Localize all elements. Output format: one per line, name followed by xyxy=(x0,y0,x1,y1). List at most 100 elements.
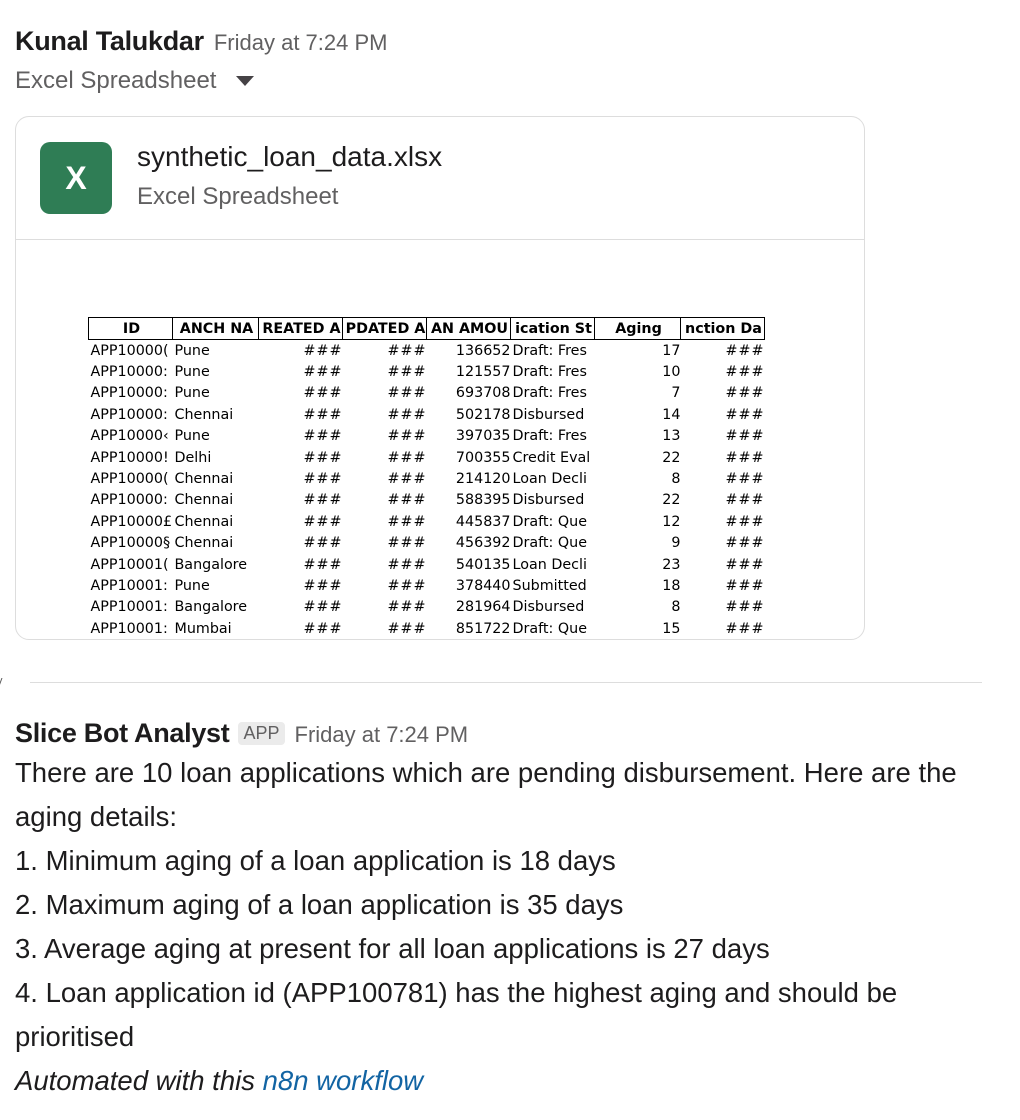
table-cell: APP10000§ xyxy=(90,535,171,552)
table-cell: 456392 xyxy=(455,535,511,552)
table-cell: ### xyxy=(303,428,343,445)
table-cell: 214120 xyxy=(455,471,511,488)
header-row: ID ANCH NA REATED A PDATED A AN AMOU ica… xyxy=(88,317,765,340)
table-cell: ### xyxy=(303,513,343,530)
table-cell: 10 xyxy=(662,364,681,381)
table-cell: ### xyxy=(387,599,427,616)
file-header[interactable]: X synthetic_loan_data.xlsx Excel Spreads… xyxy=(16,117,864,240)
table-cell: Draft: Fres xyxy=(512,364,587,381)
table-cell: ### xyxy=(303,599,343,616)
table-cell: ### xyxy=(303,471,343,488)
table-cell: APP10000: xyxy=(90,385,168,402)
table-row: APP10000: Pune ### ### 693708 Draft: Fres 7 ### xyxy=(89,383,765,404)
table-cell: APP10000! xyxy=(90,449,169,466)
header-cell: PDATED A xyxy=(342,317,427,340)
header-cell: AN AMOU xyxy=(426,317,511,340)
table-cell: Draft: Que xyxy=(512,535,588,552)
automation-footer: Automated with this n8n workflow xyxy=(15,1059,1005,1103)
table-cell: APP10000£ xyxy=(90,513,173,530)
message-divider xyxy=(30,682,982,683)
table-cell: 17 xyxy=(662,342,681,359)
table-cell: ### xyxy=(303,406,343,423)
list-item: 1. Minimum aging of a loan application i… xyxy=(15,845,616,876)
table-cell: 700355 xyxy=(455,449,511,466)
table-cell: 13 xyxy=(662,428,681,445)
table-cell: ### xyxy=(387,620,427,637)
table-cell: Pune xyxy=(174,385,210,402)
table-cell: Pune xyxy=(174,364,210,381)
table-row: APP10000! Delhi ### ### 700355 Credit Eval 22 #… xyxy=(89,447,765,468)
caret-down-icon[interactable] xyxy=(236,76,255,86)
table-cell: APP10000: xyxy=(90,406,168,423)
header-cell: ID xyxy=(88,317,173,340)
table-cell: 14 xyxy=(662,406,681,423)
table-cell: ### xyxy=(303,577,343,594)
file-attachment-card[interactable]: X synthetic_loan_data.xlsx Excel Spreads… xyxy=(15,116,865,640)
table-cell: 15 xyxy=(662,620,681,637)
table-cell: 281964 xyxy=(455,599,511,616)
table-cell: 851722 xyxy=(455,620,511,637)
table-cell: ### xyxy=(303,385,343,402)
table-cell: APP10001: xyxy=(90,577,168,594)
table-cell: ### xyxy=(387,556,427,573)
table-cell: ### xyxy=(725,364,765,381)
table-cell: Chennai xyxy=(174,406,234,423)
table-cell: 8 xyxy=(671,471,681,488)
attachment-subtitle: Excel Spreadsheet xyxy=(15,67,217,94)
header-cell: REATED A xyxy=(258,317,343,340)
header-cell: Aging xyxy=(594,317,681,340)
footer-text: Automated with this xyxy=(15,1065,263,1096)
table-cell: ### xyxy=(725,471,765,488)
table-cell: ### xyxy=(387,471,427,488)
attachment-toggle[interactable]: Excel Spreadsheet xyxy=(15,67,387,95)
table-row: APP10000§ Chennai ### ### 456392 Draft: Que 9 #… xyxy=(89,533,765,554)
table-row: APP10001(Bangalore ### ### 540135 Loan Decli… xyxy=(89,554,765,575)
table-cell: Chennai xyxy=(174,471,234,488)
header-cell: ication St xyxy=(510,317,595,340)
author-name[interactable]: Slice Bot Analyst xyxy=(15,718,230,749)
table-row: APP10000: Pune ### ### 121557 Draft: Fres 10 ##… xyxy=(89,361,765,382)
table-cell: ### xyxy=(303,492,343,509)
list-item: 3. Average aging at present for all loan… xyxy=(15,933,770,964)
table-cell: ### xyxy=(387,428,427,445)
table-cell: 588395 xyxy=(455,492,511,509)
table-cell: ### xyxy=(725,535,765,552)
table-cell: ### xyxy=(725,342,765,359)
table-cell: 12 xyxy=(662,513,681,530)
table-cell: 8 xyxy=(671,599,681,616)
table-cell: APP10000( xyxy=(90,342,169,359)
table-cell: ### xyxy=(725,620,765,637)
table-cell: Chennai xyxy=(174,535,234,552)
table-cell: 136652 xyxy=(455,342,511,359)
table-cell: ### xyxy=(303,342,343,359)
table-cell: ### xyxy=(387,535,427,552)
table-cell: 23 xyxy=(662,556,681,573)
table-cell: Mumbai xyxy=(174,620,232,637)
spreadsheet-preview[interactable]: ID ANCH NA REATED A PDATED A AN AMOU ica… xyxy=(88,317,765,639)
table-cell: 22 xyxy=(662,492,681,509)
table-cell: Delhi xyxy=(174,449,212,466)
table-cell: Loan Decli xyxy=(512,471,587,488)
table-row: APP10000(Pune ### ### 136652 Draft: Fres 17 ##… xyxy=(89,340,765,362)
table-cell: 9 xyxy=(671,535,681,552)
workflow-link[interactable]: n8n workflow xyxy=(263,1065,424,1096)
table-cell: Chennai xyxy=(174,513,234,530)
table-cell: ### xyxy=(725,385,765,402)
table-cell: Draft: Fres xyxy=(512,428,587,445)
table-cell: Pune xyxy=(174,428,210,445)
table-cell: APP10000‹ xyxy=(90,428,169,445)
table-cell: ### xyxy=(387,342,427,359)
table-cell: ### xyxy=(303,535,343,552)
timestamp[interactable]: Friday at 7:24 PM xyxy=(295,722,469,748)
table-cell: ### xyxy=(303,364,343,381)
file-name[interactable]: synthetic_loan_data.xlsx xyxy=(137,141,442,173)
table-cell: APP10001( xyxy=(90,556,169,573)
table-row: APP10000£ Chennai ### ### 445837 Draft: Que 12… xyxy=(89,511,765,532)
table-cell: APP10000: xyxy=(90,492,168,509)
table-cell: Draft: Que xyxy=(512,513,588,530)
excel-icon: X xyxy=(40,142,112,214)
timestamp[interactable]: Friday at 7:24 PM xyxy=(214,30,388,56)
author-name[interactable]: Kunal Talukdar xyxy=(15,26,204,57)
table-cell: ### xyxy=(387,492,427,509)
table-cell: ### xyxy=(725,513,765,530)
